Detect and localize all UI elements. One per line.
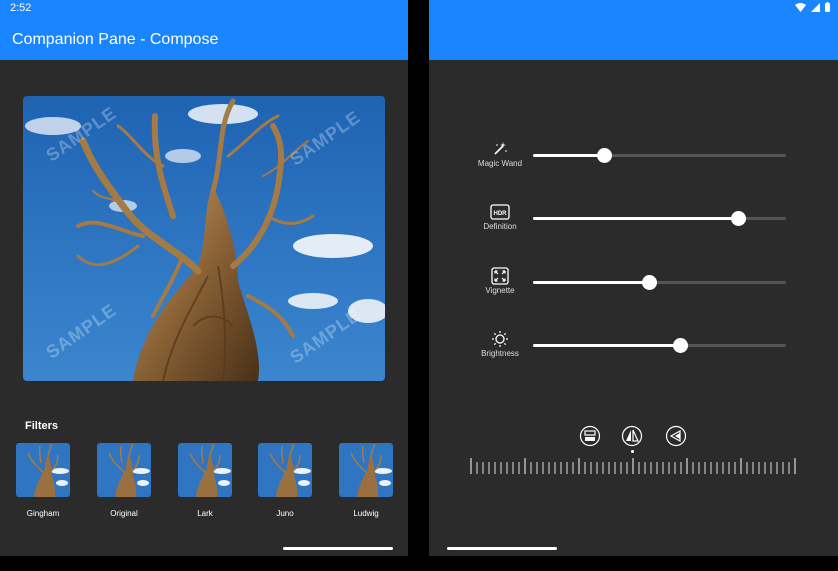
slider-magic-wand: Magic Wand bbox=[429, 140, 838, 180]
filter-label: Original bbox=[110, 509, 138, 518]
rotate-icon[interactable] bbox=[665, 425, 687, 447]
filter-ludwig[interactable]: Ludwig bbox=[339, 443, 393, 518]
selected-mode-indicator bbox=[631, 450, 634, 453]
signal-icon bbox=[811, 2, 820, 12]
svg-text:HDR: HDR bbox=[494, 211, 508, 217]
vignette-icon bbox=[489, 267, 511, 285]
main-photo: SAMPLE SAMPLE SAMPLE SAMPLE bbox=[23, 96, 385, 381]
slider-fill bbox=[533, 217, 738, 220]
transform-modes bbox=[579, 425, 689, 455]
status-icons bbox=[795, 2, 830, 12]
slider-thumb[interactable] bbox=[673, 338, 688, 353]
right-pane: Magic Wand HDR Definition Vignette Brightnes… bbox=[429, 0, 838, 556]
slider-fill bbox=[533, 154, 604, 157]
nav-handle[interactable] bbox=[447, 547, 557, 550]
right-app-bar bbox=[429, 0, 838, 60]
slider-fill bbox=[533, 281, 649, 284]
slider-thumb[interactable] bbox=[642, 275, 657, 290]
filter-lark[interactable]: Lark bbox=[178, 443, 232, 518]
filter-label: Lark bbox=[197, 509, 213, 518]
slider-track[interactable] bbox=[533, 148, 786, 163]
filter-thumbnail bbox=[339, 443, 393, 497]
filter-juno[interactable]: Juno bbox=[258, 443, 312, 518]
nav-handle[interactable] bbox=[283, 547, 393, 550]
battery-icon bbox=[825, 2, 830, 12]
filter-thumbnail bbox=[258, 443, 312, 497]
left-pane: 2:52 Companion Pane - Compose SAMPLE SAM… bbox=[0, 0, 408, 556]
app-bar: 2:52 Companion Pane - Compose bbox=[0, 0, 408, 60]
slider-definition: HDR Definition bbox=[429, 203, 838, 243]
slider-label: Magic Wand bbox=[477, 159, 523, 168]
filter-thumbnail bbox=[97, 443, 151, 497]
flip-vertical-icon[interactable] bbox=[579, 425, 601, 447]
app-title: Companion Pane - Compose bbox=[12, 31, 219, 48]
slider-label: Vignette bbox=[485, 286, 515, 295]
hdr-icon: HDR bbox=[489, 203, 511, 221]
slider-brightness: Brightness bbox=[429, 330, 838, 370]
magic-wand-icon bbox=[489, 140, 511, 158]
status-time: 2:52 bbox=[10, 2, 32, 14]
wifi-icon bbox=[795, 2, 806, 12]
flip-horizontal-icon[interactable] bbox=[621, 425, 643, 447]
filter-gingham[interactable]: Gingham bbox=[16, 443, 70, 518]
filter-thumbnail bbox=[178, 443, 232, 497]
slider-thumb[interactable] bbox=[731, 211, 746, 226]
filter-thumbnail bbox=[16, 443, 70, 497]
filter-label: Juno bbox=[276, 509, 294, 518]
slider-thumb[interactable] bbox=[597, 148, 612, 163]
filter-original[interactable]: Original bbox=[97, 443, 151, 518]
slider-fill bbox=[533, 344, 680, 347]
filters-heading: Filters bbox=[25, 420, 59, 432]
slider-label: Brightness bbox=[481, 349, 519, 358]
slider-vignette: Vignette bbox=[429, 267, 838, 307]
filter-label: Gingham bbox=[26, 509, 60, 518]
slider-track[interactable] bbox=[533, 338, 786, 353]
filter-label: Ludwig bbox=[353, 509, 379, 518]
slider-track[interactable] bbox=[533, 211, 786, 226]
slider-label: Definition bbox=[483, 222, 517, 231]
slider-track[interactable] bbox=[533, 275, 786, 290]
rotation-ruler[interactable] bbox=[469, 456, 799, 476]
brightness-icon bbox=[489, 330, 511, 348]
